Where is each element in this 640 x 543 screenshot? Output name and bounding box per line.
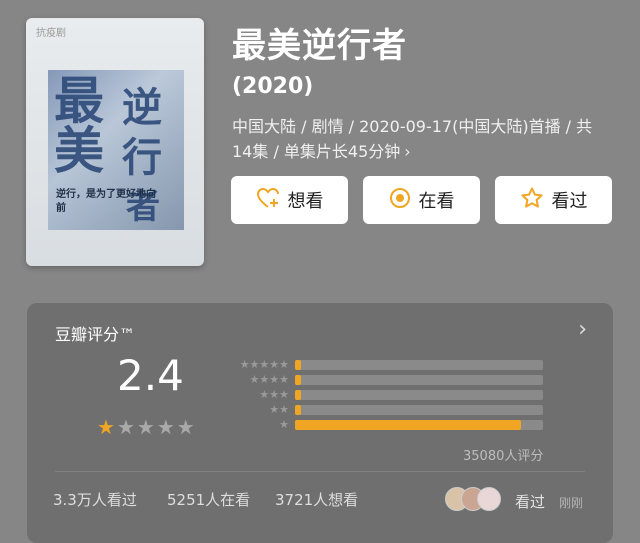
recent-activity-label: 看过 bbox=[515, 493, 546, 511]
histogram-bar-3 bbox=[295, 390, 543, 400]
histogram-bar-2 bbox=[295, 405, 543, 415]
rating-stars: ★★★★★ bbox=[97, 415, 197, 439]
histogram-stars-1: ★ bbox=[279, 418, 289, 431]
stat-want[interactable]: 3721人想看 bbox=[275, 489, 358, 510]
star-empty-icon: ★ bbox=[116, 415, 137, 439]
star-empty-icon: ★ bbox=[156, 415, 177, 439]
watching-label: 在看 bbox=[418, 191, 455, 212]
rating-count[interactable]: 35080人评分 bbox=[463, 445, 543, 464]
histogram-stars-5: ★★★★★ bbox=[239, 358, 289, 371]
poster-tag: 抗疫剧 bbox=[36, 28, 66, 39]
histogram-fill-5 bbox=[295, 360, 301, 370]
star-empty-icon: ★ bbox=[176, 415, 197, 439]
histogram-fill-3 bbox=[295, 390, 301, 400]
want-button[interactable]: 想看 bbox=[231, 176, 348, 224]
star-filled-icon: ★ bbox=[97, 415, 117, 439]
chevron-right-icon: › bbox=[404, 142, 411, 161]
poster-char: 最 bbox=[54, 71, 104, 130]
want-label: 想看 bbox=[287, 191, 324, 212]
movie-title: 最美逆行者 bbox=[232, 26, 407, 66]
rating-card[interactable]: 豆瓣评分™ › 2.4 ★★★★★ ★★★★★ ★★★★ ★★★ ★★ ★ 35080人… bbox=[27, 303, 613, 543]
histogram-stars-4: ★★★★ bbox=[249, 373, 289, 386]
recent-activity-time: 刚刚 bbox=[559, 496, 584, 510]
chevron-right-icon[interactable]: › bbox=[578, 317, 587, 342]
watching-button[interactable]: 在看 bbox=[363, 176, 480, 224]
watched-label: 看过 bbox=[551, 191, 588, 212]
histogram-bar-5 bbox=[295, 360, 543, 370]
poster-char: 行 bbox=[122, 134, 162, 181]
movie-year: (2020) bbox=[232, 74, 314, 99]
star-outline-icon bbox=[520, 187, 544, 214]
histogram-fill-2 bbox=[295, 405, 301, 415]
friend-avatars[interactable] bbox=[445, 487, 505, 513]
movie-meta[interactable]: 中国大陆 / 剧情 / 2020-09-17(中国大陆)首播 / 共 14集 /… bbox=[232, 114, 622, 164]
target-icon bbox=[389, 187, 411, 214]
meta-line-2: 14集 / 单集片长45分钟 › bbox=[232, 139, 622, 164]
heart-plus-icon bbox=[256, 187, 280, 214]
histogram-fill-1 bbox=[295, 420, 521, 430]
histogram-bar-4 bbox=[295, 375, 543, 385]
histogram-bar-1 bbox=[295, 420, 543, 430]
histogram-fill-4 bbox=[295, 375, 301, 385]
stat-watching[interactable]: 5251人在看 bbox=[167, 489, 250, 510]
avatar bbox=[477, 487, 501, 511]
histogram-stars-3: ★★★ bbox=[259, 388, 289, 401]
poster-image[interactable]: 抗疫剧 最 美 逆 行 者 逆行，是为了更好地向前 bbox=[26, 18, 204, 266]
histogram-stars-2: ★★ bbox=[269, 403, 289, 416]
poster-char: 逆 bbox=[122, 84, 162, 131]
poster-slogan: 逆行，是为了更好地向前 bbox=[56, 189, 156, 214]
poster-char: 美 bbox=[54, 121, 104, 180]
stat-watched[interactable]: 3.3万人看过 bbox=[53, 489, 137, 510]
watched-button[interactable]: 看过 bbox=[495, 176, 612, 224]
divider bbox=[55, 471, 585, 472]
star-empty-icon: ★ bbox=[136, 415, 157, 439]
meta-line-1: 中国大陆 / 剧情 / 2020-09-17(中国大陆)首播 / 共 bbox=[232, 117, 593, 136]
rating-score: 2.4 bbox=[117, 351, 184, 400]
meta-line-2-text: 14集 / 单集片长45分钟 bbox=[232, 142, 401, 161]
rating-title: 豆瓣评分™ bbox=[55, 325, 136, 344]
